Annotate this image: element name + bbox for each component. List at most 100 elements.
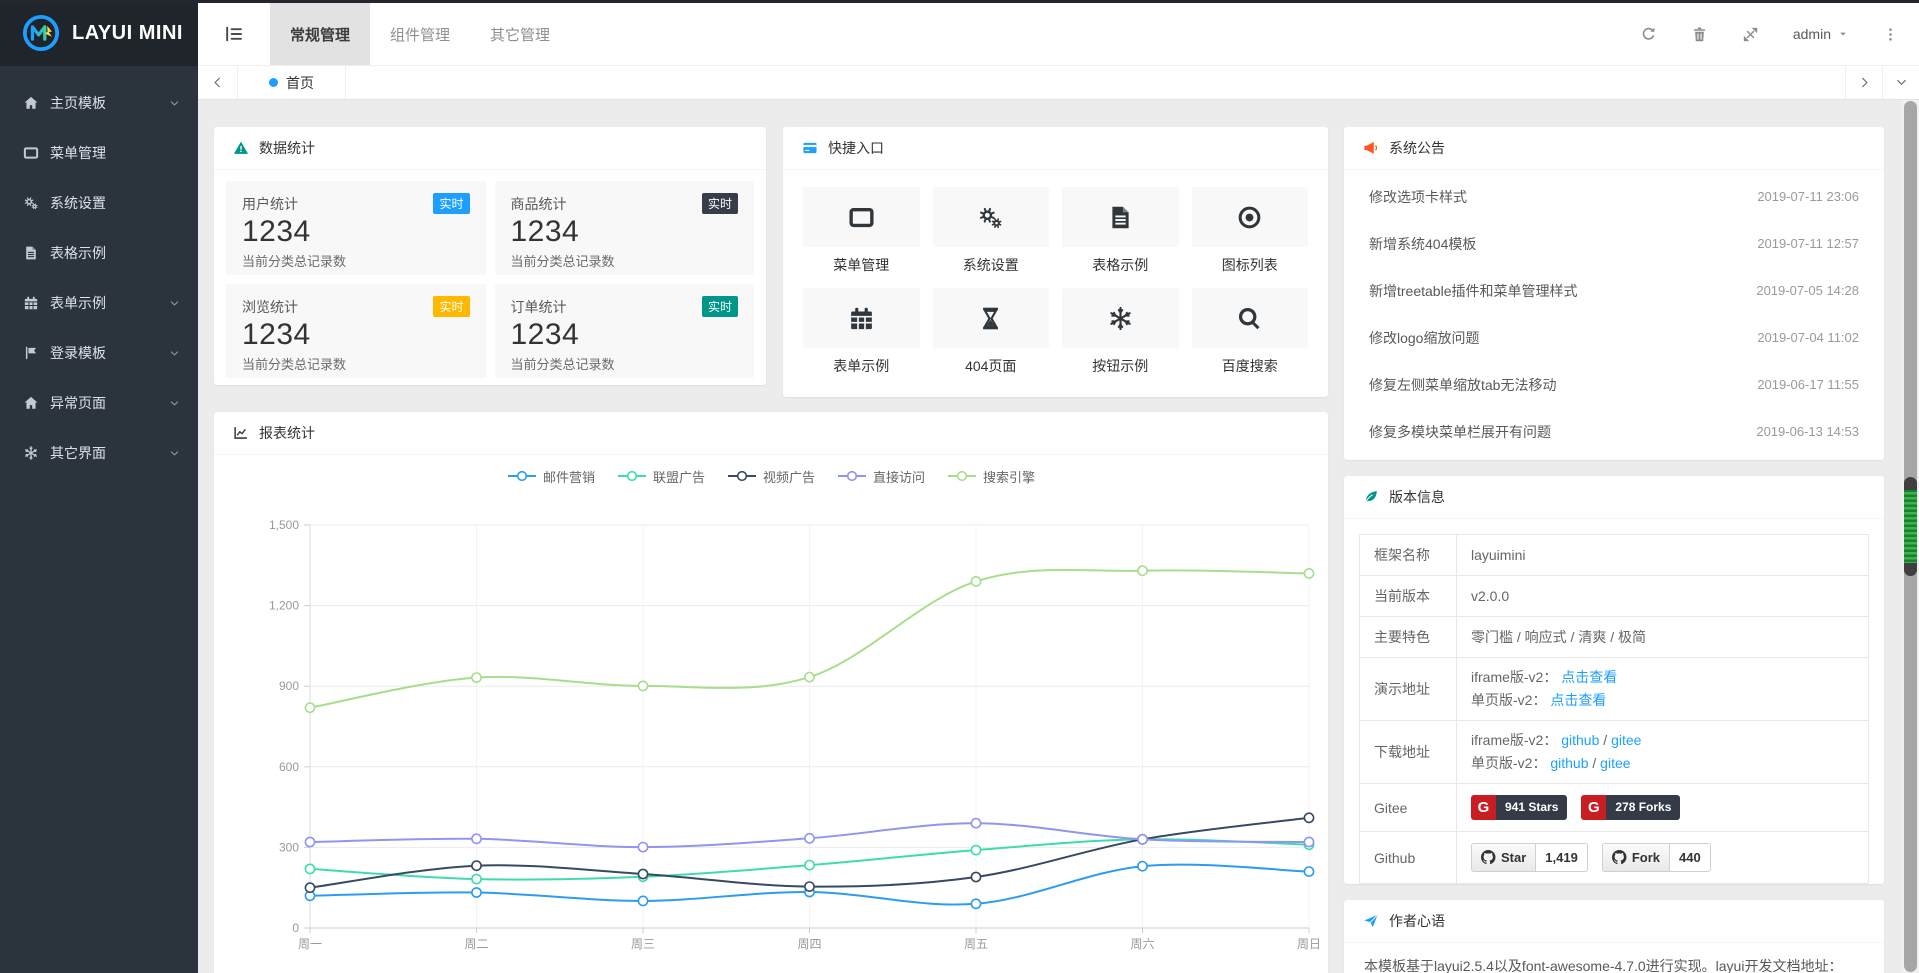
leaf-icon (1363, 489, 1379, 505)
realtime-badge: 实时 (433, 296, 469, 317)
sidebar-item-label: 主页模板 (50, 93, 106, 113)
quick-entry-label: 系统设置 (933, 255, 1050, 275)
quick-entry-表单示例[interactable]: 表单示例 (803, 288, 920, 376)
link-github[interactable]: github (1550, 755, 1588, 771)
legend-搜索引擎[interactable]: 搜索引擎 (947, 467, 1035, 486)
top-tab-常规管理[interactable]: 常规管理 (270, 3, 370, 65)
link-gitee[interactable]: gitee (1600, 755, 1630, 771)
sidebar-item-label: 表格示例 (50, 243, 106, 263)
version-info-card: 版本信息 框架名称layuimini当前版本v2.0.0主要特色零门槛 / 响应… (1344, 476, 1884, 884)
svg-text:300: 300 (279, 840, 299, 854)
version-label: 当前版本 (1360, 576, 1457, 616)
realtime-badge: 实时 (702, 296, 738, 317)
stat-label: 订单统计 (511, 297, 567, 317)
sidebar-item-label: 登录模板 (50, 343, 106, 363)
sidebar-item-主页模板[interactable]: 主页模板 (0, 78, 198, 128)
megaphone-icon (1363, 140, 1379, 156)
quick-entry-系统设置[interactable]: 系统设置 (933, 187, 1050, 275)
sidebar-item-label: 系统设置 (50, 193, 106, 213)
sidebar-item-菜单管理[interactable]: 菜单管理 (0, 128, 198, 178)
quick-entry-按钮示例[interactable]: 按钮示例 (1062, 288, 1179, 376)
sidebar-item-label: 菜单管理 (50, 143, 106, 163)
svg-text:周三: 周三 (631, 937, 655, 951)
svg-text:1,500: 1,500 (269, 518, 299, 532)
quick-entry-表格示例[interactable]: 表格示例 (1062, 187, 1179, 275)
sidebar-item-异常页面[interactable]: 异常页面 (0, 378, 198, 428)
link-点击查看[interactable]: 点击查看 (1550, 692, 1606, 708)
announcement-text: 新增系统404模板 (1369, 234, 1476, 254)
version-value: iframe版-v2： github / gitee单页版-v2： github… (1457, 721, 1868, 783)
legend-视频广告[interactable]: 视频广告 (727, 467, 815, 486)
quick-entry-label: 按钮示例 (1062, 356, 1179, 376)
quick-entry-label: 百度搜索 (1192, 356, 1309, 376)
card-title: 版本信息 (1389, 487, 1445, 507)
app-logo[interactable]: LAYUI MINI (0, 0, 198, 66)
header-actions: admin (1640, 3, 1919, 65)
refresh-button[interactable] (1640, 26, 1657, 43)
gitee-badge[interactable]: G278 Forks (1581, 795, 1680, 820)
stat-desc: 当前分类总记录数 (242, 354, 470, 373)
announcement-item: 修改选项卡样式2019-07-11 23:06 (1344, 173, 1884, 220)
announcement-item: 修复左侧菜单缩放tab无法移动2019-06-17 11:55 (1344, 361, 1884, 408)
announcement-item: 修改logo缩放问题 2019-07-04 11:02 (1344, 314, 1884, 361)
svg-text:0: 0 (292, 921, 299, 935)
announcement-text: 修复多模块菜单栏展开有问题 (1369, 422, 1551, 442)
sidebar: LAYUI MINI 主页模板菜单管理系统设置表格示例表单示例登录模板异常页面其… (0, 0, 198, 973)
link-gitee[interactable]: gitee (1611, 732, 1641, 748)
github-fork-badge[interactable]: Fork440 (1602, 843, 1711, 872)
svg-text:周四: 周四 (797, 937, 821, 951)
stat-label: 用户统计 (242, 194, 298, 214)
legend-邮件营销[interactable]: 邮件营销 (507, 467, 595, 486)
top-tab-其它管理[interactable]: 其它管理 (470, 3, 570, 65)
collapse-menu-button[interactable] (198, 3, 270, 65)
sidebar-item-表格示例[interactable]: 表格示例 (0, 228, 198, 278)
file-icon (22, 245, 40, 261)
quick-entry-图标列表[interactable]: 图标列表 (1192, 187, 1309, 275)
trash-button[interactable] (1691, 26, 1708, 43)
stat-panel-商品统计: 商品统计实时1234当前分类总记录数 (495, 181, 755, 275)
quick-entry-菜单管理[interactable]: 菜单管理 (803, 187, 920, 275)
legend-label: 邮件营销 (543, 467, 595, 486)
realtime-badge: 实时 (433, 193, 469, 214)
quick-entry-百度搜索[interactable]: 百度搜索 (1192, 288, 1309, 376)
github-star-badge[interactable]: Star1,419 (1471, 843, 1588, 872)
sidebar-item-系统设置[interactable]: 系统设置 (0, 178, 198, 228)
sidebar-item-表单示例[interactable]: 表单示例 (0, 278, 198, 328)
user-menu[interactable]: admin (1793, 26, 1848, 42)
gitee-badge[interactable]: G941 Stars (1471, 795, 1567, 820)
tab-scroll-right-button[interactable] (1845, 66, 1882, 99)
version-row-演示地址: 演示地址iframe版-v2： 点击查看单页版-v2： 点击查看 (1360, 658, 1868, 721)
legend-label: 视频广告 (763, 467, 815, 486)
quick-entry-404页面[interactable]: 404页面 (933, 288, 1050, 376)
announcement-date: 2019-06-17 11:55 (1757, 377, 1859, 392)
version-label: 演示地址 (1360, 658, 1457, 720)
legend-label: 直接访问 (873, 467, 925, 486)
tab-scroll-left-button[interactable] (198, 66, 238, 99)
top-tab-组件管理[interactable]: 组件管理 (370, 3, 470, 65)
link-点击查看[interactable]: 点击查看 (1561, 669, 1617, 685)
stat-label: 浏览统计 (242, 297, 298, 317)
tab-dropdown-button[interactable] (1882, 66, 1919, 99)
more-options-button[interactable] (1882, 26, 1899, 43)
announcement-date: 2019-07-04 11:02 (1757, 330, 1859, 345)
sidebar-item-登录模板[interactable]: 登录模板 (0, 328, 198, 378)
legend-联盟广告[interactable]: 联盟广告 (617, 467, 705, 486)
link-github[interactable]: github (1561, 732, 1599, 748)
snowflake-icon (22, 445, 40, 461)
tab-home[interactable]: 首页 (238, 66, 346, 99)
expand-button[interactable] (1742, 26, 1759, 43)
sidebar-item-其它界面[interactable]: 其它界面 (0, 428, 198, 478)
scroll-drag-handle[interactable] (1904, 477, 1917, 576)
top-header: 常规管理组件管理其它管理 admin (198, 3, 1919, 66)
version-value: G941 Stars G278 Forks (1457, 784, 1868, 831)
svg-text:600: 600 (279, 760, 299, 774)
version-row-Gitee: GiteeG941 StarsG278 Forks (1360, 784, 1868, 832)
calendar-icon (22, 295, 40, 311)
legend-直接访问[interactable]: 直接访问 (837, 467, 925, 486)
content-area: 数据统计 用户统计实时1234当前分类总记录数商品统计实时1234当前分类总记录… (198, 100, 1919, 973)
announcement-text: 修改logo缩放问题 (1369, 328, 1479, 348)
quick-entry-label: 图标列表 (1192, 255, 1309, 275)
version-value: Star1,419 Fork440 (1457, 832, 1868, 883)
announcement-item: 新增系统404模板2019-07-11 12:57 (1344, 220, 1884, 267)
github-icon (1481, 850, 1496, 865)
